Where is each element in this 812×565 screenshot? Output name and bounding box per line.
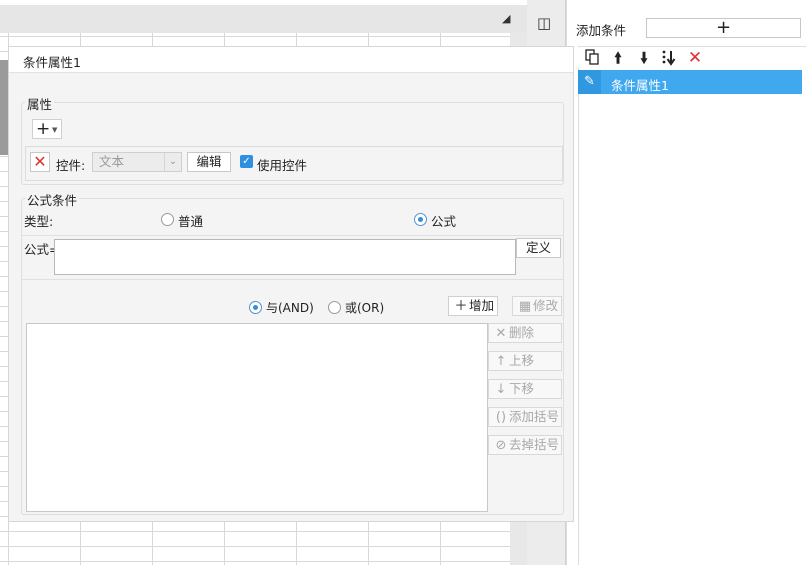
use-control-label: 使用控件	[257, 158, 308, 173]
divider	[21, 279, 564, 280]
type-label: 类型:	[24, 214, 54, 229]
type-normal-radio[interactable]	[161, 213, 174, 226]
control-label: 控件:	[56, 158, 86, 173]
divider	[21, 235, 564, 236]
use-control-checkbox[interactable]: ✓	[240, 155, 253, 168]
modify-icon: ▦	[518, 299, 532, 314]
add-condition-button[interactable]: +	[646, 18, 801, 38]
attributes-group-title: 属性	[25, 94, 55, 113]
logic-and-radio[interactable]	[249, 301, 262, 314]
sheet-top-bar	[0, 5, 527, 33]
type-normal-label: 普通	[178, 214, 204, 229]
add-condition-item-button[interactable]: ＋增加	[448, 296, 498, 316]
plus-icon: ＋	[454, 299, 468, 314]
condition-list-item[interactable]: ✎ 条件属性1	[578, 70, 802, 94]
parenthesis-icon: ()	[495, 410, 507, 425]
move-down-label: 下移	[509, 381, 535, 396]
condition-items-list[interactable]	[26, 323, 488, 512]
add-parenthesis-button[interactable]: () 添加括号	[488, 407, 562, 427]
row-header-strip	[0, 60, 8, 155]
arrow-down-icon[interactable]: 🠛	[635, 49, 653, 67]
define-button[interactable]: 定义	[516, 238, 561, 258]
move-up-label: 上移	[509, 353, 535, 368]
dialog-header: 条件属性1	[9, 47, 573, 73]
remove-attribute-icon[interactable]: ✕	[30, 152, 50, 172]
delete-button[interactable]: ✕ 删除	[488, 323, 562, 343]
arrow-down-icon: ↓	[495, 382, 507, 397]
delete-button-label: 删除	[509, 325, 535, 340]
add-condition-label: 添加条件	[576, 23, 627, 38]
move-down-button[interactable]: ↓ 下移	[488, 379, 562, 399]
arrow-up-icon: ↑	[495, 354, 507, 369]
delete-icon[interactable]: ✕	[686, 49, 704, 67]
type-formula-radio[interactable]	[414, 213, 427, 226]
condition-item-label: 条件属性1	[611, 78, 669, 93]
modify-button[interactable]: ▦ 修改	[512, 296, 562, 316]
move-bottom-icon[interactable]	[660, 49, 678, 67]
pencil-icon[interactable]: ✎	[578, 70, 601, 94]
dropdown-caret-icon: ▼	[52, 126, 58, 134]
logic-or-radio[interactable]	[328, 301, 341, 314]
edit-button[interactable]: 编辑	[187, 152, 231, 172]
condition-toolbar: 🠙 🠛 ✕	[578, 46, 806, 68]
formula-input[interactable]	[54, 239, 516, 275]
close-icon: ✕	[495, 326, 507, 341]
modify-button-label: 修改	[533, 298, 559, 313]
type-formula-label: 公式	[431, 214, 457, 229]
add-paren-label: 添加括号	[509, 409, 560, 424]
arrow-up-icon[interactable]: 🠙	[609, 49, 627, 67]
formula-condition-title: 公式条件	[25, 190, 80, 209]
condition-list	[578, 68, 802, 565]
layout-icon[interactable]: ◫	[537, 14, 555, 32]
remove-parenthesis-icon: ⊘	[495, 438, 507, 453]
move-up-button[interactable]: ↑ 上移	[488, 351, 562, 371]
collapse-arrow-icon[interactable]: ◢	[502, 12, 510, 25]
logic-and-label: 与(AND)	[266, 301, 314, 315]
condition-attributes-dialog: 条件属性1 属性 + ▼ ✕ 控件: 文本 ⌄ 编辑 ✓ 使用控件 公式条件 类…	[8, 46, 574, 522]
copy-icon[interactable]	[583, 49, 601, 67]
remove-parenthesis-button[interactable]: ⊘ 去掉括号	[488, 435, 562, 455]
dialog-title: 条件属性1	[23, 55, 81, 70]
remove-paren-label: 去掉括号	[509, 437, 560, 452]
chevron-down-icon[interactable]: ⌄	[164, 153, 181, 171]
logic-or-label: 或(OR)	[345, 301, 385, 315]
add-attribute-button[interactable]: +	[32, 119, 62, 139]
add-button-label: 增加	[469, 298, 495, 313]
